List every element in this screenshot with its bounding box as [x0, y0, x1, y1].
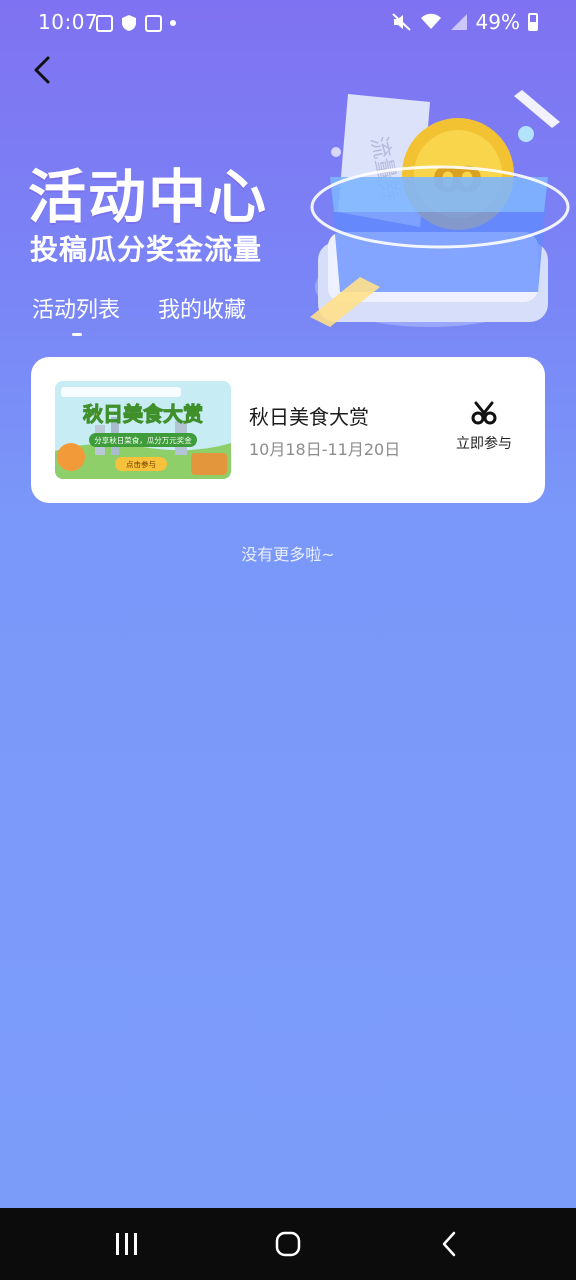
activity-banner: 秋日美食大赏 分享秋日菜食，瓜分万元奖金 点击参与	[55, 381, 231, 479]
back-button[interactable]	[28, 52, 60, 88]
battery-icon	[528, 13, 538, 31]
activity-name: 秋日美食大赏	[249, 405, 369, 429]
status-bar: 10:07 49%	[0, 0, 576, 48]
join-button[interactable]: 立即参与	[451, 401, 517, 453]
hero-illustration: 流量券 ꝏ	[300, 82, 576, 362]
banner-tagline: 分享秋日菜食，瓜分万元奖金	[94, 435, 192, 445]
notification-dot-icon	[170, 20, 176, 26]
banner-button: 点击参与	[126, 459, 156, 469]
chevron-left-icon	[34, 56, 50, 84]
nav-back-icon[interactable]	[438, 1230, 462, 1258]
tab-activity-list[interactable]: 活动列表	[32, 292, 120, 336]
page-subtitle: 投稿瓜分奖金流量	[30, 233, 263, 266]
gallery-icon	[96, 14, 113, 32]
tab-bar: 活动列表 我的收藏	[32, 292, 246, 336]
banner-title: 秋日美食大赏	[83, 402, 203, 426]
home-icon[interactable]	[274, 1230, 302, 1258]
recent-apps-icon[interactable]	[114, 1230, 140, 1258]
page-title: 活动中心	[28, 163, 269, 231]
activity-dates: 10月18日-11月20日	[249, 440, 401, 459]
activity-card[interactable]: 秋日美食大赏 分享秋日菜食，瓜分万元奖金 点击参与 秋日美食大赏 10月18日-…	[31, 357, 545, 503]
no-more-text: 没有更多啦~	[241, 545, 335, 564]
wifi-icon	[420, 13, 441, 29]
shield-icon	[122, 15, 136, 31]
join-label: 立即参与	[456, 436, 512, 452]
mute-icon	[391, 13, 411, 31]
signal-icon	[450, 14, 467, 30]
status-time: 10:07	[38, 10, 99, 34]
check-icon	[145, 14, 162, 32]
system-nav-bar	[0, 1208, 576, 1280]
battery-percent: 49%	[475, 10, 520, 34]
tab-my-favorites[interactable]: 我的收藏	[158, 292, 246, 336]
join-logo-icon	[471, 401, 497, 425]
